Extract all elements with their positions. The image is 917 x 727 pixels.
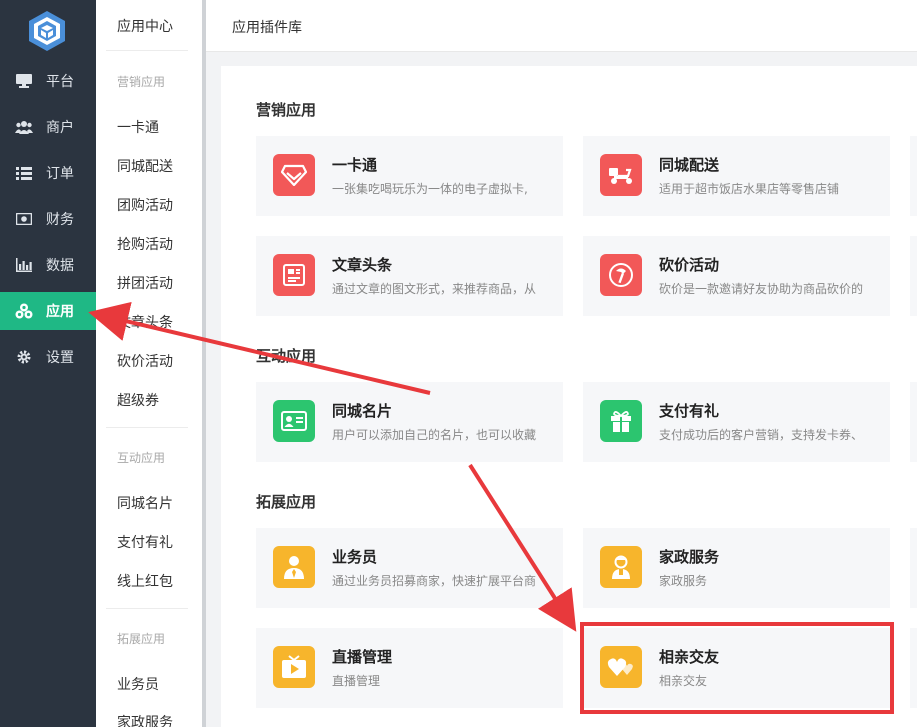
gear-icon	[15, 348, 33, 366]
card-edge-clipped	[910, 136, 917, 216]
card-edge-clipped	[910, 528, 917, 608]
users-icon	[15, 118, 33, 136]
card-edge-clipped	[910, 236, 917, 316]
card-title: 一卡通	[332, 156, 378, 174]
submenu-item[interactable]: 同城名片	[117, 493, 173, 513]
page-header: 应用插件库	[206, 0, 917, 52]
card-title: 业务员	[332, 548, 378, 566]
submenu-item[interactable]: 拼团活动	[117, 273, 173, 293]
main-nav: 平台 商户 订单 财务 数据 应用 设置	[0, 0, 96, 727]
submenu-group-interactive: 互动应用	[117, 451, 166, 465]
app-card-live-stream[interactable]: 直播管理 直播管理	[256, 628, 563, 708]
card-desc: 一张集吃喝玩乐为一体的电子虚拟卡,	[332, 182, 528, 196]
scooter-icon	[600, 154, 642, 196]
money-icon	[15, 210, 33, 228]
bar-chart-icon	[15, 256, 33, 274]
housekeeper-icon	[600, 546, 642, 588]
monitor-icon	[15, 72, 33, 90]
page-title: 应用插件库	[232, 20, 302, 36]
card-edge-clipped	[910, 628, 917, 708]
card-title: 同城配送	[659, 156, 720, 174]
nav-label: 数据	[46, 258, 74, 274]
section-title-interactive: 互动应用	[256, 347, 317, 365]
nav-item-settings[interactable]: 设置	[0, 338, 96, 376]
app-card-pay-gift[interactable]: 支付有礼 支付成功后的客户营销，支持发卡券、	[583, 382, 890, 462]
card-desc: 适用于超市饭店水果店等零售店铺	[659, 182, 840, 196]
nav-item-data[interactable]: 数据	[0, 246, 96, 284]
nav-item-platform[interactable]: 平台	[0, 62, 96, 100]
submenu-group-marketing: 营销应用	[117, 75, 166, 89]
app-card-article-headline[interactable]: 文章头条 通过文章的图文形式，来推荐商品，从	[256, 236, 563, 316]
nav-label: 设置	[46, 350, 74, 366]
card-desc: 支付成功后的客户营销，支持发卡券、	[659, 428, 864, 442]
card-desc: 家政服务	[659, 574, 708, 588]
submenu-item[interactable]: 抢购活动	[117, 234, 173, 254]
card-desc: 直播管理	[332, 674, 381, 688]
submenu-item[interactable]: 家政服务	[117, 712, 173, 727]
highlight-box	[580, 622, 894, 714]
card-desc: 通过业务员招募商家，快速扩展平台商	[332, 574, 537, 588]
app-card-salesman[interactable]: 业务员 通过业务员招募商家，快速扩展平台商	[256, 528, 563, 608]
nav-label: 财务	[46, 212, 74, 228]
nav-label: 商户	[46, 120, 74, 136]
gift-icon	[600, 400, 642, 442]
app-submenu: 应用中心 营销应用 一卡通 同城配送 团购活动 抢购活动 拼团活动 文章头条 砍…	[96, 0, 202, 727]
app-card-housekeeping[interactable]: 家政服务 家政服务	[583, 528, 890, 608]
submenu-item[interactable]: 砍价活动	[117, 351, 173, 371]
nav-item-orders[interactable]: 订单	[0, 154, 96, 192]
axe-icon	[600, 254, 642, 296]
card-title: 同城名片	[332, 402, 393, 420]
submenu-item[interactable]: 支付有礼	[117, 532, 173, 552]
nav-item-finance[interactable]: 财务	[0, 200, 96, 238]
card-title: 直播管理	[332, 648, 393, 666]
app-card-bargain[interactable]: 砍价活动 砍价是一款邀请好友协助为商品砍价的	[583, 236, 890, 316]
card-title: 家政服务	[659, 548, 720, 566]
nav-item-merchant[interactable]: 商户	[0, 108, 96, 146]
logo-icon	[29, 11, 65, 51]
apps-icon	[15, 302, 33, 320]
tv-icon	[273, 646, 315, 688]
submenu-item[interactable]: 超级券	[117, 390, 159, 410]
gem-icon	[273, 154, 315, 196]
submenu-group-extension: 拓展应用	[117, 632, 166, 646]
divider	[106, 50, 188, 51]
section-title-extension: 拓展应用	[256, 493, 317, 511]
nav-label: 订单	[46, 166, 74, 182]
nav-label: 应用	[46, 304, 74, 320]
card-title: 支付有礼	[659, 402, 720, 420]
card-desc: 砍价是一款邀请好友协助为商品砍价的	[659, 282, 864, 296]
card-title: 文章头条	[332, 256, 393, 274]
card-desc: 通过文章的图文形式，来推荐商品，从	[332, 282, 537, 296]
nav-item-apps[interactable]: 应用	[0, 292, 96, 330]
article-icon	[273, 254, 315, 296]
nav-label: 平台	[46, 74, 74, 90]
submenu-item[interactable]: 一卡通	[117, 117, 159, 137]
app-card-business-card[interactable]: 同城名片 用户可以添加自己的名片，也可以收藏	[256, 382, 563, 462]
card-title: 砍价活动	[659, 256, 720, 274]
submenu-scrollbar[interactable]	[202, 0, 206, 727]
card-desc: 用户可以添加自己的名片，也可以收藏	[332, 428, 537, 442]
submenu-item[interactable]: 业务员	[117, 674, 159, 694]
submenu-item[interactable]: 线上红包	[117, 571, 173, 591]
app-card-local-delivery[interactable]: 同城配送 适用于超市饭店水果店等零售店铺	[583, 136, 890, 216]
submenu-title: 应用中心	[117, 19, 173, 35]
app-card-one-card[interactable]: 一卡通 一张集吃喝玩乐为一体的电子虚拟卡,	[256, 136, 563, 216]
id-card-icon	[273, 400, 315, 442]
divider	[106, 427, 188, 428]
submenu-item[interactable]: 文章头条	[117, 312, 173, 332]
list-icon	[15, 164, 33, 182]
submenu-item[interactable]: 同城配送	[117, 156, 173, 176]
section-title-marketing: 营销应用	[256, 101, 317, 119]
divider	[106, 608, 188, 609]
submenu-item[interactable]: 团购活动	[117, 195, 173, 215]
card-edge-clipped	[910, 382, 917, 462]
salesman-icon	[273, 546, 315, 588]
